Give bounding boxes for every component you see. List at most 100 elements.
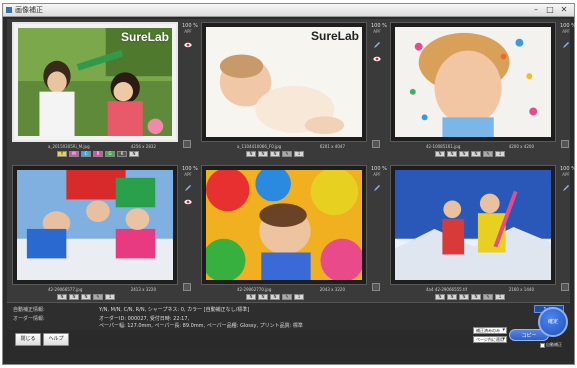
normal-button[interactable]: N bbox=[258, 294, 268, 300]
trash-icon[interactable] bbox=[372, 283, 380, 291]
image-cell[interactable]: SureLab 100 % APF a_1104410066_F0.jpg 62… bbox=[196, 19, 387, 159]
trash-icon[interactable] bbox=[372, 140, 380, 148]
image-cell[interactable]: 100 % APF 42-10085161.jpg 4200 x 4200 N … bbox=[385, 19, 576, 159]
image-frame[interactable] bbox=[12, 165, 178, 285]
info-value: ペーパー幅: 127.0mm, ペーパー長: 89.0mm, ペーパー品種: G… bbox=[99, 323, 303, 329]
normal-button[interactable]: N bbox=[69, 294, 79, 300]
side-panel: 100 % APF bbox=[182, 166, 198, 206]
red-adjust-button[interactable]: R bbox=[93, 151, 103, 157]
edit-button[interactable]: ✎ bbox=[483, 151, 493, 157]
count-button[interactable]: 1 bbox=[495, 294, 505, 300]
side-panel: 100 % APF bbox=[371, 23, 387, 63]
black-adjust-button[interactable]: K bbox=[117, 151, 127, 157]
correction-controls: N N N ✎ 1 bbox=[246, 294, 304, 301]
normal-button[interactable]: N bbox=[471, 151, 481, 157]
file-name: 42-10085161.jpg bbox=[426, 144, 461, 149]
apf-label: APF bbox=[373, 172, 381, 177]
bottom-bar: 閉じる ヘルプ 補正済みのみ ページ内に適用 コピー 確定 自動補正 bbox=[7, 307, 570, 349]
normal-button[interactable]: N bbox=[270, 294, 280, 300]
pen-icon[interactable] bbox=[184, 184, 192, 192]
pen-icon[interactable] bbox=[562, 184, 570, 192]
count-button[interactable]: 1 bbox=[495, 151, 505, 157]
normal-button[interactable]: N bbox=[435, 151, 445, 157]
image-frame[interactable] bbox=[390, 165, 556, 285]
trash-icon[interactable] bbox=[183, 140, 191, 148]
side-panel: 100 % APF bbox=[371, 166, 387, 192]
pen-icon[interactable] bbox=[373, 41, 381, 49]
close-icon[interactable]: ✕ bbox=[558, 5, 570, 15]
eye-icon[interactable] bbox=[184, 41, 192, 49]
window-title: 画像補正 bbox=[15, 6, 43, 14]
apf-label: APF bbox=[562, 29, 570, 34]
file-name: 4a4 42-29066555.tif bbox=[426, 287, 468, 292]
auto-correct-checkbox[interactable]: 自動補正 bbox=[540, 342, 562, 348]
correction-controls: N N N N ✎ 1 bbox=[435, 294, 505, 301]
normal-button[interactable]: N bbox=[471, 294, 481, 300]
maximize-icon[interactable]: □ bbox=[544, 5, 556, 15]
trash-icon[interactable] bbox=[561, 140, 569, 148]
green-adjust-button[interactable]: G bbox=[105, 151, 115, 157]
image-meta: 42-10085161.jpg 4200 x 4200 bbox=[390, 143, 556, 150]
normal-button[interactable]: N bbox=[129, 151, 139, 157]
side-panel: 100 % APF bbox=[560, 166, 576, 192]
image-frame[interactable]: SureLab bbox=[201, 22, 367, 142]
trash-icon[interactable] bbox=[183, 283, 191, 291]
correction-controls: N N N ✎ 1 bbox=[57, 294, 115, 301]
normal-button[interactable]: N bbox=[459, 294, 469, 300]
cyan-adjust-button[interactable]: C bbox=[81, 151, 91, 157]
image-cell[interactable]: SureLab 100 % APF a_20150305Ri_M.jpg 425… bbox=[7, 19, 198, 159]
surelab-watermark: SureLab bbox=[120, 30, 169, 44]
normal-button[interactable]: N bbox=[57, 294, 67, 300]
normal-button[interactable]: N bbox=[270, 151, 280, 157]
count-button[interactable]: 1 bbox=[105, 294, 115, 300]
edit-button[interactable]: ✎ bbox=[483, 294, 493, 300]
apf-label: APF bbox=[562, 172, 570, 177]
normal-button[interactable]: N bbox=[246, 294, 256, 300]
image-cell[interactable]: 100 % APF 42-29062770.jpg 2043 x 3220 N … bbox=[196, 162, 387, 302]
image-meta: 4a4 42-29066555.tif 2160 x 1440 bbox=[390, 286, 556, 293]
checkbox-box[interactable] bbox=[540, 342, 545, 348]
photo-girls-with-telescope bbox=[18, 28, 172, 136]
eye-icon[interactable] bbox=[373, 55, 381, 63]
image-frame[interactable] bbox=[201, 165, 367, 285]
normal-button[interactable]: N bbox=[258, 151, 268, 157]
close-button[interactable]: 閉じる bbox=[15, 333, 41, 346]
help-button[interactable]: ヘルプ bbox=[43, 333, 69, 346]
count-button[interactable]: 1 bbox=[294, 294, 304, 300]
title-bar: 画像補正 – □ ✕ bbox=[3, 4, 574, 17]
normal-button[interactable]: N bbox=[81, 294, 91, 300]
minimize-icon[interactable]: – bbox=[530, 5, 542, 15]
order-info: オーダー情報: オーダーID: 000027, 受付日時: 22:17, bbox=[13, 315, 189, 322]
info-panel: 自動補正情報: Y/N, M/N, C/N, R/N, シャープネス: 0, カラ… bbox=[7, 302, 570, 330]
apf-label: APF bbox=[184, 29, 192, 34]
edit-button[interactable]: ✎ bbox=[93, 294, 103, 300]
magenta-adjust-button[interactable]: M bbox=[69, 151, 79, 157]
yellow-adjust-button[interactable]: Y bbox=[57, 151, 67, 157]
photo-baby-lying bbox=[206, 27, 362, 137]
normal-button[interactable]: N bbox=[447, 151, 457, 157]
image-frame[interactable]: SureLab bbox=[12, 22, 178, 142]
image-cell[interactable]: 100 % APF 42-29066577.jpg 2413 x 3220 N … bbox=[7, 162, 198, 302]
image-size: 4256 x 2832 bbox=[130, 144, 156, 149]
info-label: オーダー情報: bbox=[13, 316, 45, 322]
confirm-button[interactable]: 確定 bbox=[538, 307, 568, 337]
image-correction-window: 画像補正 – □ ✕ SureLab 100 % APF a_20150305R… bbox=[2, 3, 576, 365]
normal-button[interactable]: N bbox=[459, 151, 469, 157]
filter-dropdown[interactable]: 補正済みのみ bbox=[473, 327, 507, 334]
normal-button[interactable]: N bbox=[246, 151, 256, 157]
image-cell[interactable]: 100 % APF 4a4 42-29066555.tif 2160 x 144… bbox=[385, 162, 576, 302]
normal-button[interactable]: N bbox=[435, 294, 445, 300]
apf-label: APF bbox=[184, 172, 192, 177]
apply-scope-dropdown[interactable]: ページ内に適用 bbox=[473, 336, 507, 343]
count-button[interactable]: 1 bbox=[294, 151, 304, 157]
normal-button[interactable]: N bbox=[447, 294, 457, 300]
pen-icon[interactable] bbox=[373, 184, 381, 192]
edit-button[interactable]: ✎ bbox=[282, 294, 292, 300]
eye-icon[interactable] bbox=[184, 198, 192, 206]
pen-icon[interactable] bbox=[562, 41, 570, 49]
trash-icon[interactable] bbox=[561, 283, 569, 291]
image-size: 4200 x 4200 bbox=[508, 144, 534, 149]
edit-button[interactable]: ✎ bbox=[282, 151, 292, 157]
file-name: 42-29066577.jpg bbox=[48, 287, 83, 292]
image-frame[interactable] bbox=[390, 22, 556, 142]
